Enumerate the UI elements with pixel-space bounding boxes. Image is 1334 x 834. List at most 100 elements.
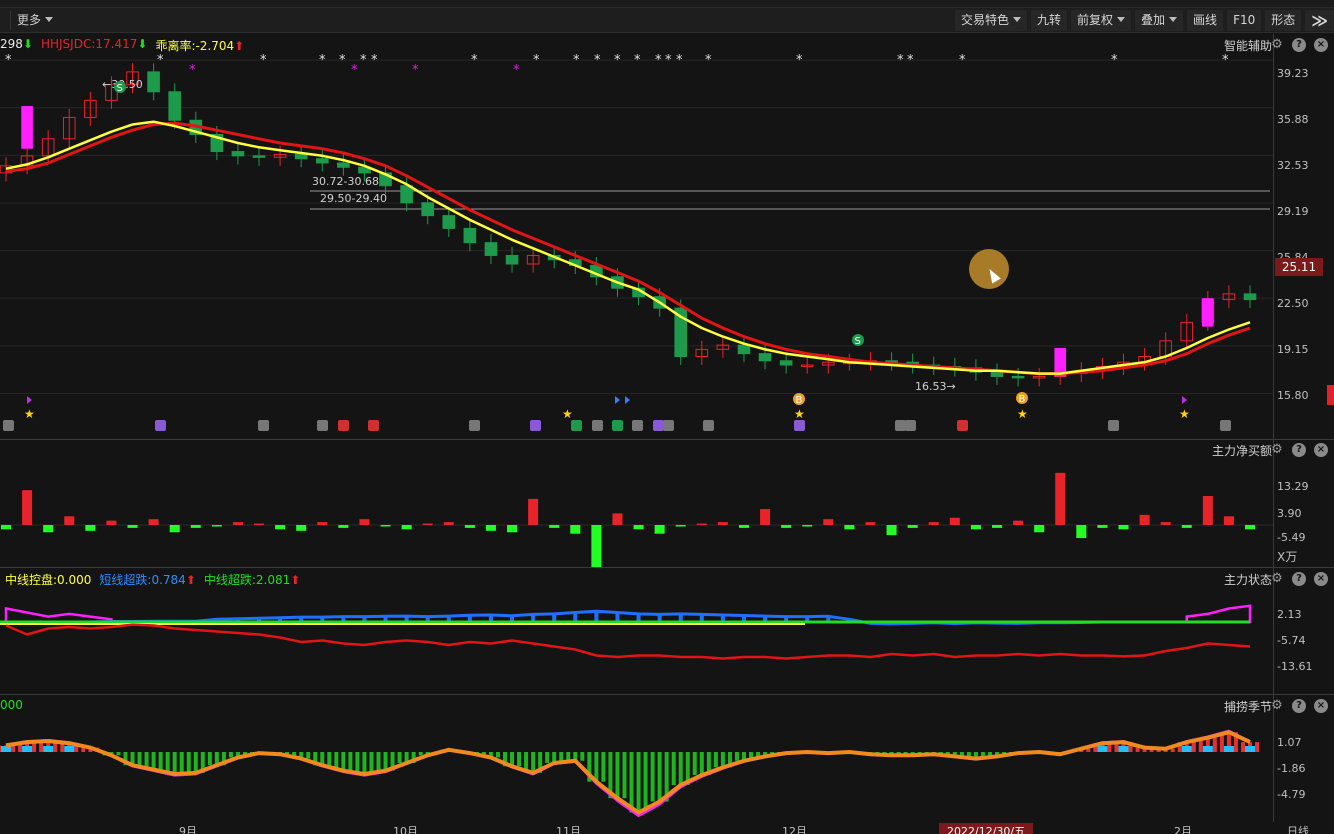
oscillator-bar <box>713 752 718 768</box>
oscillator-bar <box>629 752 634 813</box>
net-buy-bar <box>654 525 665 534</box>
candle-body <box>231 151 245 157</box>
oscillator-bar <box>362 752 367 774</box>
event-tag-icon <box>530 420 541 431</box>
f10-button[interactable]: F10 <box>1227 10 1262 31</box>
y-tick-label: 22.50 <box>1277 297 1309 310</box>
net-buy-bar <box>612 513 623 525</box>
event-tag-icon <box>1220 420 1231 431</box>
help-icon[interactable]: ? <box>1292 572 1306 586</box>
oscillator-bar <box>1240 742 1245 752</box>
candle-body <box>463 227 477 244</box>
candle-body <box>1011 375 1025 379</box>
net-buy-bar <box>1223 516 1234 525</box>
net-buy-bar <box>1139 514 1150 525</box>
more-menu-button[interactable]: 更多 <box>10 11 59 30</box>
y-tick-label: 1.07 <box>1277 736 1302 749</box>
y-tick-label: -1.86 <box>1277 762 1306 775</box>
pane-controls: ⚙ ? × <box>1270 699 1328 713</box>
oscillator-cyan-bar <box>1245 746 1255 752</box>
star-marker: * <box>594 53 601 68</box>
event-tag-icon <box>794 420 805 431</box>
x-tick-label: 11月 <box>556 825 581 834</box>
oscillator-bar <box>636 752 641 813</box>
oscillator-bar <box>622 752 627 799</box>
oscillator-cyan-bar <box>64 746 75 752</box>
flag-marker-icon <box>1182 396 1187 404</box>
event-tag-icon <box>612 420 623 431</box>
candle-body <box>252 155 266 158</box>
zone-label: 29.50-29.40 <box>320 192 387 205</box>
net-buy-bar <box>359 519 370 525</box>
x-tick-label: 9月 <box>179 825 197 834</box>
close-icon[interactable]: × <box>1314 572 1328 586</box>
yellow-star-icon: ★ <box>24 407 35 421</box>
event-tag-icon <box>905 420 916 431</box>
oscillator-bar <box>186 752 191 773</box>
star-marker: * <box>371 53 378 68</box>
draw-line-label: 画线 <box>1193 13 1218 27</box>
oscillator-cyan-bar <box>1097 746 1108 752</box>
net-buy-bar <box>1 525 11 530</box>
net-buy-bar <box>464 525 475 528</box>
oscillator-bar <box>545 752 550 763</box>
candle-body <box>147 71 160 93</box>
candle-body <box>758 353 772 362</box>
event-tag-icon <box>338 420 349 431</box>
adjust-forward-label: 前复权 <box>1077 13 1114 27</box>
net-buy-bar <box>886 525 897 536</box>
help-icon[interactable]: ? <box>1292 443 1306 457</box>
overlay-button[interactable]: 叠加 <box>1135 10 1184 31</box>
net-buy-bar <box>1245 525 1255 530</box>
ma-slow-line <box>5 121 1251 376</box>
crosshair-date-label: 2022/12/30/五 <box>939 823 1034 834</box>
net-buy-bar <box>823 519 834 525</box>
oscillator-bar <box>397 752 402 763</box>
pane-controls: ⚙ ? × <box>1270 443 1328 457</box>
star-marker: * <box>319 53 326 68</box>
event-tag-icon <box>258 420 269 431</box>
candle-body <box>315 158 329 164</box>
close-icon[interactable]: × <box>1314 443 1328 457</box>
oscillator-cyan-bar <box>1223 746 1234 752</box>
yellow-star-icon: ★ <box>1179 407 1190 421</box>
zone-label: 30.72-30.68 <box>312 175 379 188</box>
adjust-forward-button[interactable]: 前复权 <box>1071 10 1132 31</box>
help-icon[interactable]: ? <box>1292 699 1306 713</box>
event-tag-icon <box>663 420 674 431</box>
oscillator-bar <box>734 752 739 761</box>
net-buy-bar <box>148 519 159 525</box>
main-state-chart-svg <box>0 604 1252 660</box>
net-buy-bar <box>1202 496 1213 525</box>
close-icon[interactable]: × <box>1314 699 1328 713</box>
oscillator-bar <box>650 752 655 802</box>
period-label[interactable]: 日线 <box>1287 823 1309 834</box>
net-buy-chart-svg <box>0 472 1273 567</box>
oscillator-bar <box>327 752 332 766</box>
expand-icon[interactable]: ≫ <box>1305 10 1334 31</box>
event-tag-icon <box>155 420 166 431</box>
star-marker-magenta: * <box>351 63 358 78</box>
event-tag-icon <box>469 420 480 431</box>
buy-signal-letter: B <box>796 395 803 406</box>
nine-turn-button[interactable]: 九转 <box>1031 10 1068 31</box>
oscillator-cyan-bar <box>1 746 11 752</box>
star-marker: * <box>157 53 164 68</box>
oscillator-cyan-bar <box>22 746 33 752</box>
y-tick-label: 39.23 <box>1277 67 1309 80</box>
help-icon[interactable]: ? <box>1292 38 1306 52</box>
short-oversold-bar <box>594 611 599 622</box>
candle-body <box>421 202 434 217</box>
star-marker: * <box>339 53 346 68</box>
price-chart-svg: 30.72-30.6829.50-29.40←39.5016.53→SSBB**… <box>0 53 1273 431</box>
net-buy-bar <box>1160 522 1171 525</box>
oscillator-bar <box>172 752 177 774</box>
y-tick-label: 2.13 <box>1277 608 1302 621</box>
scroll-marker <box>1327 385 1334 405</box>
pattern-button[interactable]: 形态 <box>1265 10 1302 31</box>
trading-feature-button[interactable]: 交易特色 <box>954 10 1027 31</box>
x-tick-label: 2月 <box>1174 825 1192 834</box>
close-icon[interactable]: × <box>1314 38 1328 52</box>
draw-line-button[interactable]: 画线 <box>1187 10 1224 31</box>
y-tick-label: -5.74 <box>1277 634 1306 647</box>
